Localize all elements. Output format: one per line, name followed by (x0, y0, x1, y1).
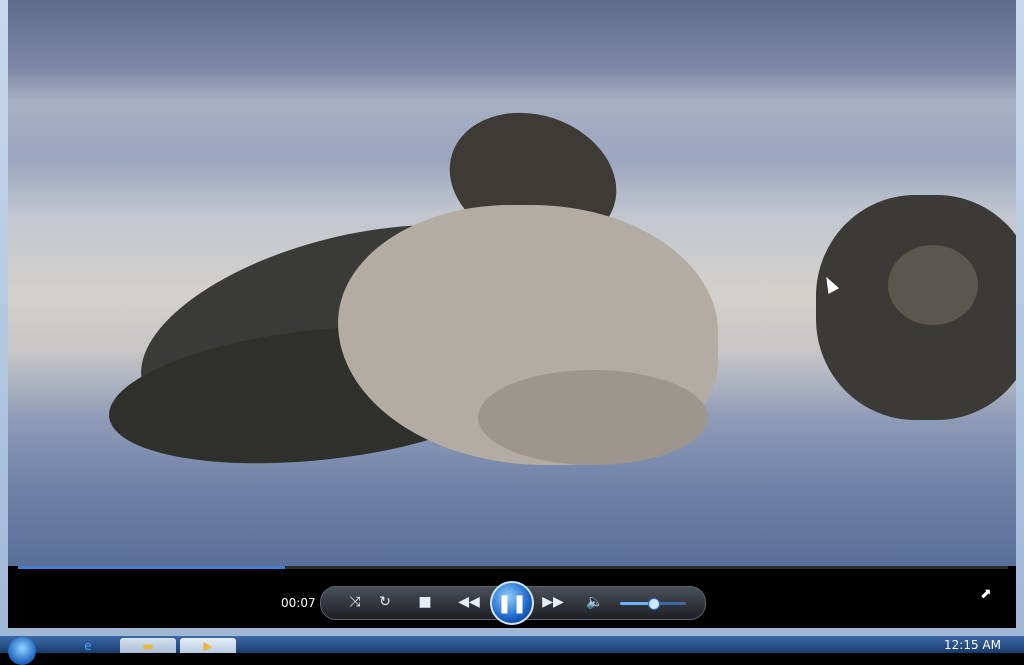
video-frame[interactable] (8, 0, 1016, 566)
stop-icon[interactable]: ■ (412, 590, 438, 614)
volume-slider[interactable] (620, 598, 686, 610)
fast-forward-icon[interactable]: ▶▶ (540, 590, 566, 614)
taskbar: e ▬ ▶ 12:15 AM (0, 636, 1024, 665)
taskbar-internet-explorer[interactable]: e (62, 638, 114, 653)
volume-slider-handle[interactable] (648, 598, 660, 610)
elapsed-time: 00:07 (281, 596, 316, 610)
media-player-window: 00:07 ⤨ ↻ ■ ◀◀ ❚❚ ▶▶ 🔈 ⬈ (0, 0, 1024, 636)
repeat-icon[interactable]: ↻ (372, 590, 398, 614)
playback-controls: 00:07 ⤨ ↻ ■ ◀◀ ❚❚ ▶▶ 🔈 ⬈ (8, 566, 1016, 628)
taskbar-clock[interactable]: 12:15 AM (944, 638, 1001, 652)
speaker-icon[interactable]: 🔈 (582, 590, 608, 614)
seek-bar[interactable] (18, 566, 1008, 569)
switch-to-fullscreen-icon[interactable]: ⬈ (980, 586, 996, 602)
rewind-icon[interactable]: ◀◀ (456, 590, 482, 614)
pause-icon[interactable]: ❚❚ (490, 581, 534, 625)
media-player-icon: ▶ (203, 639, 213, 653)
start-button[interactable] (8, 637, 36, 665)
taskbar-windows-media-player[interactable]: ▶ (180, 638, 236, 653)
sea-lion-right-marking (888, 245, 978, 325)
taskbar-windows-explorer[interactable]: ▬ (120, 638, 176, 653)
seek-bar-progress (18, 566, 286, 569)
shuffle-icon[interactable]: ⤨ (342, 590, 368, 614)
internet-explorer-icon: e (84, 639, 92, 653)
sea-lion-pale-flipper (478, 370, 708, 465)
folder-icon: ▬ (142, 639, 154, 653)
